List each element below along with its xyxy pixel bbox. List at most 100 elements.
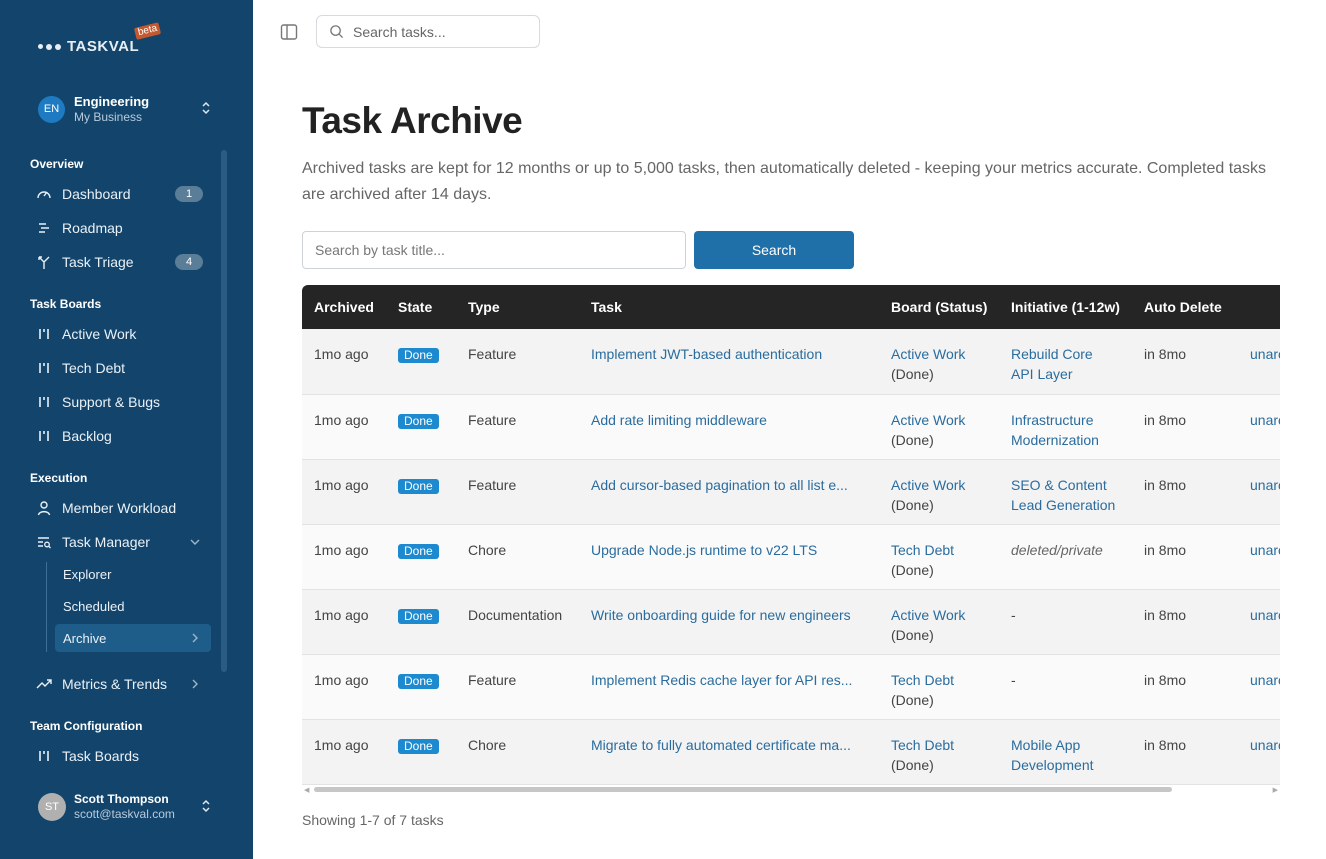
nav-roadmap[interactable]: Roadmap: [30, 213, 211, 243]
scroll-right-icon[interactable]: ▶: [1273, 786, 1278, 794]
column-header[interactable]: Auto Delete: [1132, 285, 1238, 329]
initiative-cell: -: [999, 589, 1132, 655]
beta-badge: beta: [133, 22, 162, 40]
table-header-row: Archived State Type Task Board (Status) …: [302, 285, 1280, 329]
nav-task-manager[interactable]: Task Manager: [30, 527, 211, 557]
status-badge: Done: [398, 348, 439, 363]
table-row: 1mo ago Done Feature Add cursor-based pagin…: [302, 459, 1280, 525]
count-badge: 4: [175, 254, 203, 270]
task-link[interactable]: Migrate to fully automated certificate m…: [591, 735, 879, 755]
user-email: scott@taskval.com: [74, 807, 175, 821]
archived-cell: 1mo ago: [302, 329, 386, 395]
state-cell: Done: [386, 719, 456, 785]
board-link[interactable]: Tech Debt: [891, 737, 954, 753]
board-link[interactable]: Tech Debt: [891, 542, 954, 558]
global-search-input[interactable]: [353, 23, 523, 40]
nav-scheduled[interactable]: Scheduled: [55, 592, 211, 620]
column-header[interactable]: Initiative (1-12w): [999, 285, 1132, 329]
board-link[interactable]: Active Work: [891, 412, 965, 428]
initiative-line: Development: [1011, 756, 1094, 773]
page-title: Task Archive: [302, 100, 523, 141]
state-cell: Done: [386, 329, 456, 395]
nav-board-active-work[interactable]: Active Work: [30, 319, 211, 349]
board-columns-icon: [36, 394, 60, 410]
table-row: 1mo ago Done Documentation Write onboarding…: [302, 589, 1280, 655]
task-link[interactable]: Upgrade Node.js runtime to v22 LTS: [591, 540, 879, 560]
nav-label: Roadmap: [62, 220, 123, 236]
sidebar-toggle-icon[interactable]: [280, 23, 298, 41]
unarchive-link[interactable]: unarc: [1250, 477, 1280, 493]
column-header[interactable]: State: [386, 285, 456, 329]
nav-dashboard[interactable]: Dashboard 1: [30, 179, 211, 209]
board-cell: Active Work (Done): [879, 459, 999, 525]
board-link[interactable]: Active Work: [891, 607, 965, 623]
task-link[interactable]: Implement JWT-based authentication: [591, 344, 879, 364]
initiative-empty: -: [1011, 606, 1016, 623]
workspace-switcher[interactable]: EN Engineering My Business: [38, 92, 216, 126]
scrollbar-thumb[interactable]: [314, 787, 1172, 792]
gauge-icon: [36, 186, 60, 202]
nav-label: Active Work: [62, 326, 137, 342]
initiative-link[interactable]: Rebuild Core API Layer: [1011, 346, 1093, 382]
unarchive-link[interactable]: unarc: [1250, 542, 1280, 558]
status-badge: Done: [398, 738, 439, 754]
submenu-guide-line: [46, 562, 47, 652]
state-cell: Done: [386, 459, 456, 525]
scroll-left-icon[interactable]: ◀: [304, 786, 309, 794]
archived-cell: 1mo ago: [302, 394, 386, 460]
task-link[interactable]: Implement Redis cache layer for API res.…: [591, 670, 879, 690]
board-link[interactable]: Tech Debt: [891, 672, 954, 688]
type-cell: Chore: [456, 524, 579, 590]
type-cell: Feature: [456, 654, 579, 720]
board-link[interactable]: Active Work: [891, 477, 965, 493]
nav-label: Task Manager: [62, 534, 150, 550]
nav-board-tech-debt[interactable]: Tech Debt: [30, 353, 211, 383]
nav-board-backlog[interactable]: Backlog: [30, 421, 211, 451]
nav-board-support-bugs[interactable]: Support & Bugs: [30, 387, 211, 417]
task-cell: Implement JWT-based authentication: [579, 329, 879, 395]
task-link[interactable]: Add cursor-based pagination to all list …: [591, 475, 879, 495]
initiative-line: API Layer: [1011, 366, 1073, 382]
initiative-line: Infrastructure: [1011, 411, 1094, 428]
table-row: 1mo ago Done Feature Implement JWT-based au…: [302, 329, 1280, 395]
initiative-link[interactable]: Infrastructure Modernization: [1011, 412, 1099, 448]
nav-metrics-trends[interactable]: Metrics & Trends: [30, 669, 211, 699]
board-link[interactable]: Active Work: [891, 346, 965, 362]
auto-delete-cell: in 8mo: [1132, 524, 1238, 590]
avatar: ST: [38, 793, 66, 821]
column-header[interactable]: Board (Status): [879, 285, 999, 329]
task-link[interactable]: Write onboarding guide for new engineers: [591, 605, 879, 625]
column-header[interactable]: Task: [579, 285, 879, 329]
nav-label: Archive: [63, 630, 107, 646]
archived-cell: 1mo ago: [302, 589, 386, 655]
chevron-right-icon: [192, 679, 198, 689]
initiative-link[interactable]: Mobile App Development: [1011, 737, 1094, 773]
action-cell: unarc: [1238, 524, 1280, 590]
board-status: (Done): [891, 366, 934, 382]
initiative-line: Lead Generation: [1011, 496, 1116, 513]
initiative-link[interactable]: SEO & Content Lead Generation: [1011, 477, 1115, 513]
column-header[interactable]: Archived: [302, 285, 386, 329]
column-header[interactable]: Type: [456, 285, 579, 329]
user-menu[interactable]: ST Scott Thompson scott@taskval.com: [38, 790, 216, 824]
nav-task-triage[interactable]: Task Triage 4: [30, 247, 211, 277]
unarchive-link[interactable]: unarc: [1250, 737, 1280, 753]
unarchive-link[interactable]: unarc: [1250, 607, 1280, 623]
table-horizontal-scrollbar[interactable]: ◀ ▶: [302, 785, 1280, 794]
action-cell: unarc: [1238, 459, 1280, 525]
action-cell: unarc: [1238, 329, 1280, 395]
task-title-search-input[interactable]: [302, 231, 686, 269]
sidebar-scrollbar[interactable]: [221, 150, 227, 672]
unarchive-link[interactable]: unarc: [1250, 672, 1280, 688]
status-badge: Done: [398, 543, 439, 559]
task-link[interactable]: Add rate limiting middleware: [591, 410, 879, 430]
unarchive-link[interactable]: unarc: [1250, 412, 1280, 428]
nav-explorer[interactable]: Explorer: [55, 560, 211, 588]
global-search[interactable]: [316, 15, 540, 48]
nav-archive[interactable]: Archive: [55, 624, 211, 652]
unarchive-link[interactable]: unarc: [1250, 346, 1280, 362]
nav-team-task-boards[interactable]: Task Boards: [30, 741, 211, 771]
search-button[interactable]: Search: [694, 231, 854, 269]
nav-member-workload[interactable]: Member Workload: [30, 493, 211, 523]
logo[interactable]: TASKVAL: [38, 38, 139, 55]
